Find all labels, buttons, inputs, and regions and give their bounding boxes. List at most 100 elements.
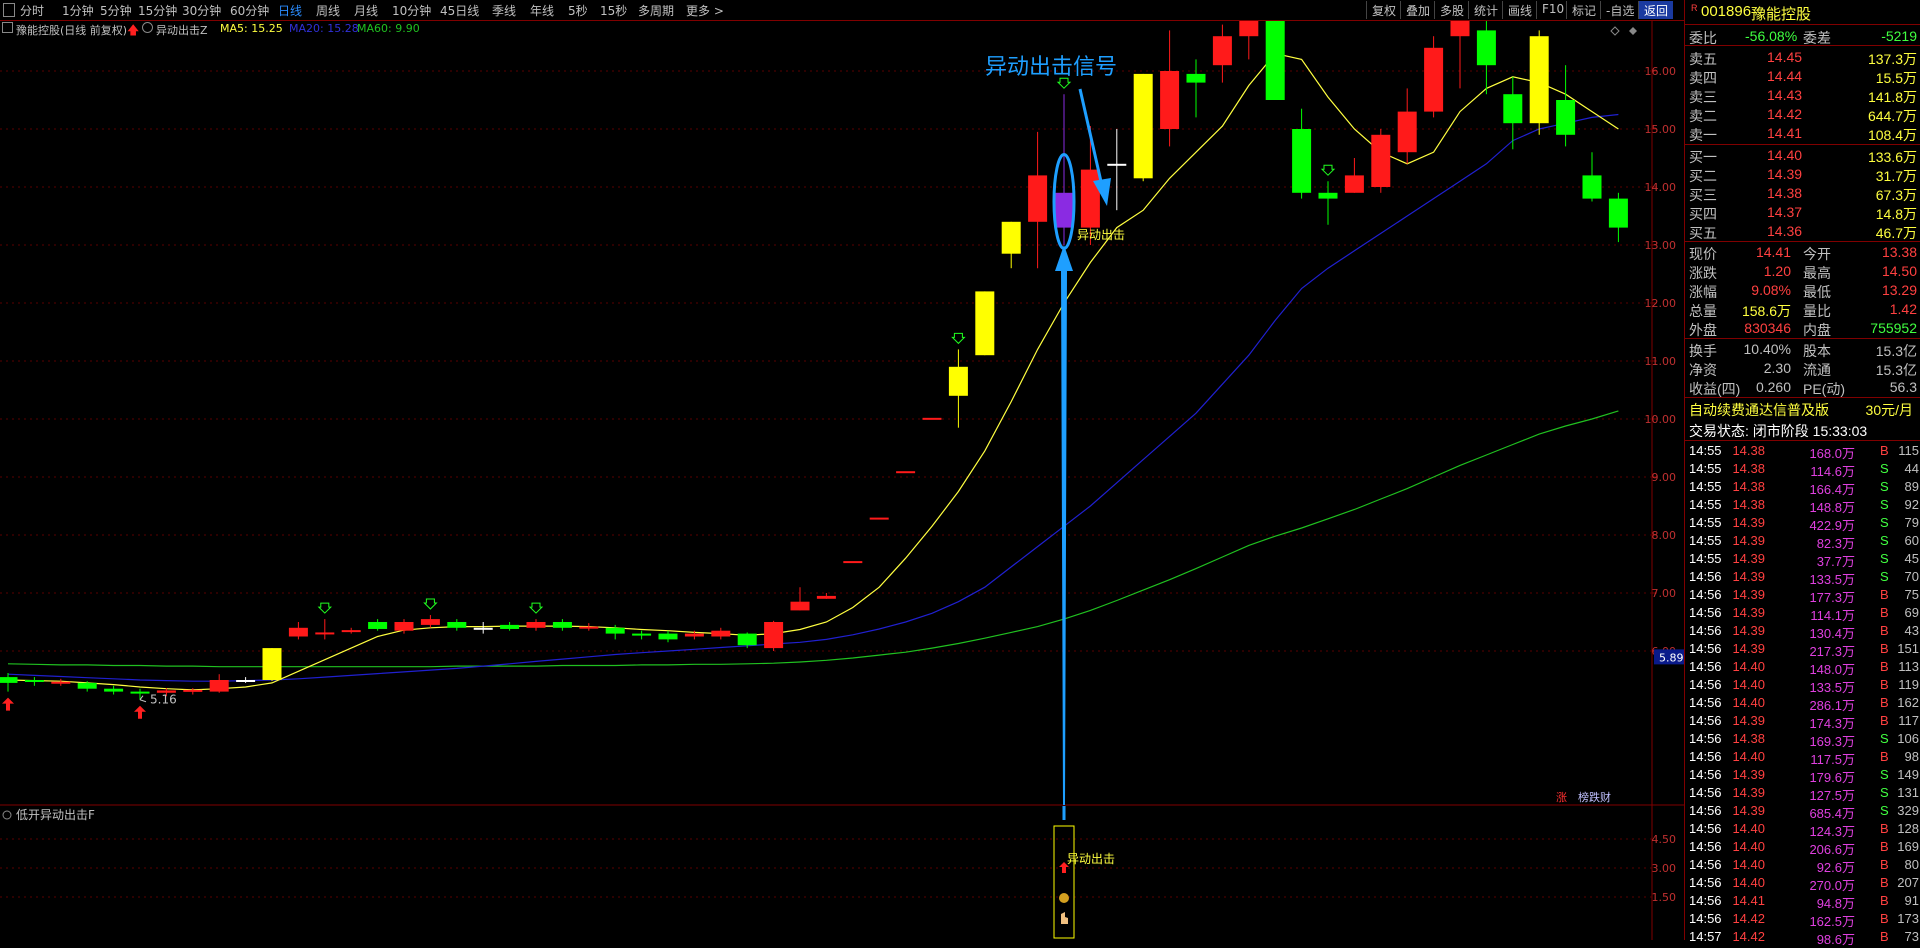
candle [1582, 152, 1602, 202]
tick-side: B [1880, 749, 1889, 764]
tick-time: 14:56 [1689, 605, 1722, 620]
y-tick-label: 10.00 [1645, 413, 1677, 426]
toolbar-button[interactable]: 叠加 [1400, 1, 1435, 19]
tick-side: S [1880, 533, 1889, 548]
candlestick-chart[interactable]: 16.00 15.00 14.00 13.00 12.00 11.00 10.00 9.00 8… [0, 21, 1684, 806]
period-tab[interactable]: 45日线 [440, 2, 479, 19]
tick-price: 14.42 [1732, 911, 1765, 926]
y-tick-label: 14.00 [1645, 181, 1677, 194]
candle [1344, 158, 1364, 193]
tick-side: S [1880, 731, 1889, 746]
period-tab[interactable]: 15分钟 [138, 2, 177, 19]
candle-body [922, 417, 942, 420]
bid-row: 买五 14.36 46.7万 [1685, 222, 1920, 241]
candle [711, 627, 731, 640]
period-tab[interactable]: 月线 [354, 2, 378, 19]
bid-price: 14.40 [1767, 147, 1803, 163]
tick-time: 14:55 [1689, 551, 1722, 566]
candle-body [1080, 169, 1100, 228]
tick-count: 79 [1904, 515, 1919, 530]
bid-price: 14.36 [1767, 223, 1803, 239]
period-tab[interactable]: 15秒 [600, 2, 627, 19]
candle-body [1556, 100, 1576, 135]
tick-row: 14:56 14.39 127.5万 S 131 [1685, 784, 1920, 803]
period-tab[interactable]: 1分钟 [62, 2, 94, 19]
period-tab[interactable]: 更多 > [686, 2, 724, 19]
bid-volume: 46.7万 [1875, 225, 1917, 241]
candle [658, 630, 678, 643]
toolbar-button[interactable]: -自选 [1600, 1, 1639, 19]
candle-body [1450, 21, 1470, 37]
panel-text: 净资 [1689, 362, 1717, 378]
period-tab[interactable]: 5分钟 [100, 2, 132, 19]
period-tab[interactable]: 60分钟 [230, 2, 269, 19]
stat-value: 755952 [1870, 320, 1917, 336]
toolbar-button[interactable]: 多股 [1434, 1, 1469, 19]
sub-toggle-icon[interactable] [2, 810, 12, 820]
diamond-filled-icon[interactable] [1629, 27, 1637, 35]
ask-row: 卖四 14.44 15.5万 [1685, 67, 1920, 86]
period-tab[interactable]: 日线 [278, 2, 302, 19]
period-tab[interactable]: 5秒 [568, 2, 588, 19]
period-tab[interactable]: 10分钟 [392, 2, 431, 19]
stat-row: 外盘 830346 内盘 755952 [1685, 319, 1920, 338]
tick-side: S [1880, 785, 1889, 800]
candle [262, 648, 282, 682]
tick-price: 14.40 [1732, 677, 1765, 692]
stat-value: 13.29 [1881, 282, 1917, 298]
stat-value: 830346 [1744, 320, 1791, 336]
y-tick-label: 15.00 [1645, 123, 1677, 136]
tick-count: 149 [1897, 767, 1919, 782]
tick-time: 14:56 [1689, 911, 1722, 926]
tick-side: B [1880, 857, 1889, 872]
tick-price: 14.40 [1732, 857, 1765, 872]
candle [500, 622, 520, 631]
candle-body [1371, 134, 1391, 187]
candle-body [1160, 71, 1180, 129]
period-tab[interactable]: 多周期 [638, 2, 674, 19]
toolbar-button[interactable]: 返回 [1638, 1, 1674, 19]
period-tab[interactable]: 季线 [492, 2, 516, 19]
period-tab[interactable]: 年线 [530, 2, 554, 19]
stat-value: 56.3 [1889, 379, 1917, 395]
tick-side: B [1880, 911, 1889, 926]
candle-body [1582, 175, 1602, 199]
diamond-icon[interactable] [1610, 26, 1620, 36]
panel-text: 卖四 [1689, 70, 1717, 86]
toolbar-button[interactable]: 画线 [1502, 1, 1537, 19]
candle [209, 674, 229, 693]
y-tick-label: 7.00 [1652, 587, 1677, 600]
stat-value: 15.3亿 [1875, 362, 1917, 378]
ask-price: 14.41 [1767, 125, 1803, 141]
sub-indicator-chart[interactable]: 低开异动出击F 4.50 3.00 1.50 异动出击 [0, 806, 1684, 940]
tick-price: 14.39 [1732, 713, 1765, 728]
tick-count: 43 [1904, 623, 1919, 638]
period-tab[interactable]: 分时 [20, 2, 44, 19]
tick-count: 44 [1904, 461, 1919, 476]
period-tab[interactable]: 周线 [316, 2, 340, 19]
tick-price: 14.41 [1732, 893, 1765, 908]
toolbar-button[interactable]: F10 [1536, 1, 1569, 19]
candle-body [1397, 111, 1417, 153]
tick-count: 173 [1897, 911, 1919, 926]
up-arrow-icon [134, 705, 146, 719]
menu-icon[interactable] [3, 3, 15, 17]
tick-count: 128 [1897, 821, 1919, 836]
tick-side: S [1880, 767, 1889, 782]
tick-price: 14.40 [1732, 839, 1765, 854]
period-tab[interactable]: 30分钟 [182, 2, 221, 19]
tick-side: B [1880, 713, 1889, 728]
candle-body [104, 688, 124, 692]
candle-body [1608, 198, 1628, 228]
tick-side: B [1880, 929, 1889, 944]
panel-text: 卖三 [1689, 89, 1717, 105]
tick-row: 14:55 14.38 114.6万 S 44 [1685, 460, 1920, 479]
sub-signal-label: 异动出击 [1067, 852, 1115, 866]
toolbar-button[interactable]: 复权 [1366, 1, 1401, 19]
toolbar-button[interactable]: 统计 [1468, 1, 1503, 19]
candle-body [790, 601, 810, 611]
sub-y-tick-label: 3.00 [1652, 862, 1677, 875]
candle [236, 677, 256, 683]
tick-count: 151 [1897, 641, 1919, 656]
toolbar-button[interactable]: 标记 [1566, 1, 1601, 19]
